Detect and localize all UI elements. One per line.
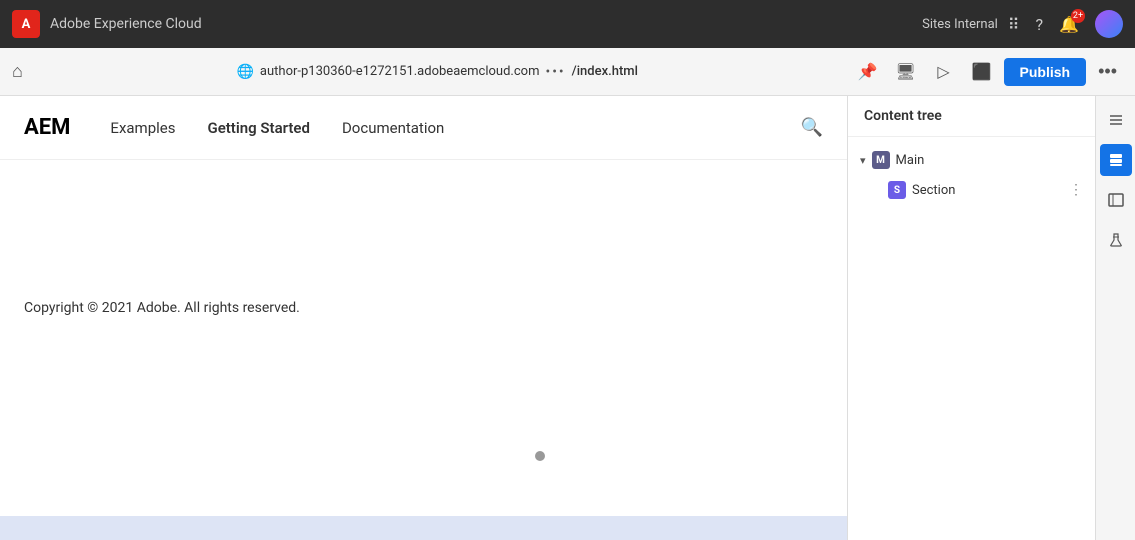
address-actions: 📌 🖥 ▷ ⬛ Publish ••• <box>852 56 1123 88</box>
cursor <box>535 451 545 461</box>
url-host: author-p130360-e1272151.adobeaemcloud.co… <box>260 64 540 79</box>
play-button[interactable]: ▷ <box>928 56 960 88</box>
filter-tool-button[interactable] <box>1100 104 1132 136</box>
top-bar-icons: ⠿ ? 🔔 2+ <box>1008 10 1123 38</box>
url-dots[interactable]: ••• <box>545 64 565 80</box>
aem-navigation: AEM Examples Getting Started Documentati… <box>0 96 847 160</box>
app-name: Adobe Experience Cloud <box>50 16 202 32</box>
help-icon[interactable]: ? <box>1036 15 1044 34</box>
page-footer <box>0 516 847 540</box>
sites-label: Sites Internal <box>922 17 998 32</box>
chevron-down-icon: ▾ <box>860 154 866 167</box>
pin-button[interactable]: 📌 <box>852 56 884 88</box>
notification-icon[interactable]: 🔔 2+ <box>1059 15 1079 34</box>
waffle-icon[interactable]: ⠿ <box>1008 15 1020 34</box>
preview-area: AEM Examples Getting Started Documentati… <box>0 96 847 540</box>
notification-badge: 2+ <box>1071 9 1085 23</box>
globe-icon: 🌐 <box>236 64 253 80</box>
address-bar: ⌂ 🌐 author-p130360-e1272151.adobeaemclou… <box>0 48 1135 96</box>
address-area: 🌐 author-p130360-e1272151.adobeaemcloud.… <box>31 64 844 80</box>
side-toolbar <box>1095 96 1135 540</box>
search-icon[interactable]: 🔍 <box>801 117 823 138</box>
content-tree-panel: Content tree ▾ M Main S Section ⋮ <box>847 96 1095 540</box>
flask-tool-button[interactable] <box>1100 224 1132 256</box>
section-more-icon[interactable]: ⋮ <box>1069 182 1083 198</box>
tree-section-label: Section <box>912 183 955 198</box>
tree-main-label: Main <box>896 153 925 168</box>
properties-tool-button[interactable] <box>1100 184 1132 216</box>
top-bar: A Adobe Experience Cloud Sites Internal … <box>0 0 1135 48</box>
nav-link-getting-started[interactable]: Getting Started <box>207 119 309 137</box>
more-options-button[interactable]: ••• <box>1092 57 1123 86</box>
tablet-view-button[interactable]: ⬛ <box>966 56 998 88</box>
page-content: Copyright © 2021 Adobe. All rights reser… <box>0 160 847 356</box>
copyright-text: Copyright © 2021 Adobe. All rights reser… <box>24 300 823 316</box>
tree-item-main[interactable]: ▾ M Main <box>848 145 1095 175</box>
layers-tool-button[interactable] <box>1100 144 1132 176</box>
user-avatar[interactable] <box>1095 10 1123 38</box>
main-tree-icon: M <box>872 151 890 169</box>
nav-links: Examples Getting Started Documentation <box>110 119 800 137</box>
content-tree-header: Content tree <box>848 96 1095 137</box>
nav-link-documentation[interactable]: Documentation <box>342 119 444 137</box>
adobe-logo: A <box>12 10 40 38</box>
tree-item-section[interactable]: S Section ⋮ <box>848 175 1095 205</box>
tree-body: ▾ M Main S Section ⋮ <box>848 137 1095 540</box>
url-path: /index.html <box>572 64 638 79</box>
main-layout: AEM Examples Getting Started Documentati… <box>0 96 1135 540</box>
nav-link-examples[interactable]: Examples <box>110 119 175 137</box>
aem-logo: AEM <box>24 115 70 140</box>
home-icon[interactable]: ⌂ <box>12 61 23 82</box>
desktop-view-button[interactable]: 🖥 <box>890 56 922 88</box>
section-tree-icon: S <box>888 181 906 199</box>
publish-button[interactable]: Publish <box>1004 58 1087 86</box>
